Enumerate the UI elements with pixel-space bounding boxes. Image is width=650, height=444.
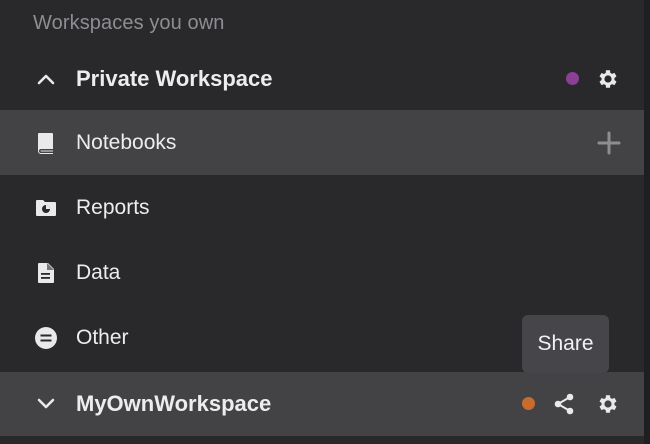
nav-item-data[interactable]: Data <box>0 240 644 305</box>
chevron-up-icon[interactable] <box>33 66 59 92</box>
workspace-name[interactable]: MyOwnWorkspace <box>76 391 271 417</box>
nav-item-label: Reports <box>76 195 150 219</box>
add-icon[interactable] <box>596 130 622 156</box>
section-title: Workspaces you own <box>33 12 225 34</box>
equals-circle-icon <box>33 325 59 351</box>
chevron-down-icon[interactable] <box>33 391 59 417</box>
nav-item-notebooks[interactable]: Notebooks <box>0 110 644 175</box>
workspace-header-myownworkspace[interactable]: MyOwnWorkspace <box>0 372 644 436</box>
nav-item-label: Notebooks <box>76 130 177 154</box>
share-icon[interactable] <box>551 391 577 417</box>
status-dot <box>522 397 535 410</box>
nav-item-label: Data <box>76 260 121 284</box>
share-tooltip: Share <box>522 315 609 373</box>
status-dot <box>566 72 579 85</box>
report-folder-icon <box>33 195 59 221</box>
workspace-name[interactable]: Private Workspace <box>76 66 272 92</box>
gear-icon[interactable] <box>595 391 621 417</box>
document-icon <box>33 260 59 286</box>
gear-icon[interactable] <box>595 66 621 92</box>
nav-item-label: Other <box>76 325 129 349</box>
book-icon <box>33 130 59 156</box>
workspace-header-private[interactable]: Private Workspace <box>0 47 644 111</box>
nav-item-reports[interactable]: Reports <box>0 175 644 240</box>
workspace-sidebar: Workspaces you own Private Workspace Not… <box>0 0 644 444</box>
scrollbar[interactable] <box>644 0 650 444</box>
